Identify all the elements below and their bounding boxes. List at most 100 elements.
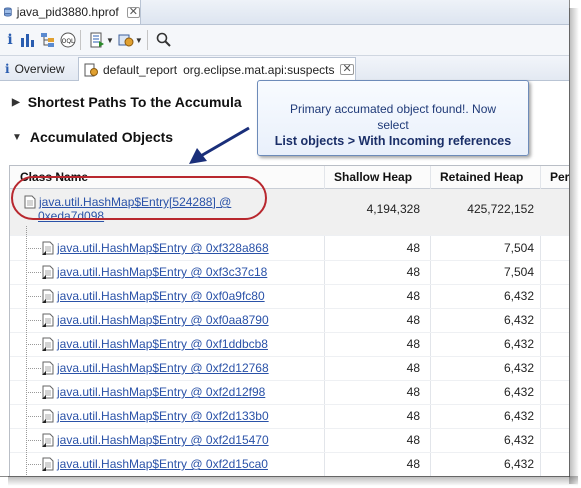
shallow-heap-cell: 4,194,328 — [366, 202, 420, 216]
tree-connector — [26, 442, 41, 465]
shallow-heap-cell: 48 — [406, 457, 420, 471]
query-browser-icon[interactable]: ▼ — [118, 30, 143, 50]
retained-heap-cell: 6,432 — [503, 457, 534, 471]
tab-default-report[interactable]: default_report org.eclipse.mat.api:suspe… — [78, 57, 356, 81]
editor-tab-hprof[interactable]: java_pid3880.hprof ✕ — [0, 0, 141, 24]
close-icon[interactable]: ✕ — [340, 64, 354, 75]
shallow-heap-cell: 48 — [406, 385, 420, 399]
tree-connector — [26, 322, 41, 345]
class-name-cell: java.util.HashMap$Entry @ 0xf328a868 — [42, 241, 269, 255]
retained-heap-cell: 6,432 — [503, 313, 534, 327]
shallow-heap-cell: 48 — [406, 361, 420, 375]
shallow-heap-cell: 48 — [406, 313, 420, 327]
class-name-cell: java.util.HashMap$Entry @ 0xf2d15ca0 — [42, 457, 268, 471]
column-header-shallow-heap[interactable]: Shallow Heap — [334, 170, 412, 184]
table-row[interactable]: java.util.HashMap$Entry @ 0xf2d15ca0 48 6,… — [10, 442, 569, 476]
close-icon[interactable]: ✕ — [126, 6, 140, 18]
chevron-right-icon[interactable]: ▶ — [12, 97, 20, 108]
callout-line-2: select — [377, 118, 409, 132]
table-row[interactable]: java.util.HashMap$Entry @ 0xf3c37c18 48 7,… — [10, 250, 569, 285]
shallow-heap-cell: 48 — [406, 241, 420, 255]
tree-connector — [26, 274, 41, 297]
table-row[interactable]: java.util.HashMap$Entry @ 0xf2d12768 48 6,… — [10, 346, 569, 381]
chevron-down-icon[interactable]: ▼ — [12, 132, 22, 143]
reports-icon[interactable]: ▼ — [89, 30, 114, 50]
document-icon — [42, 433, 54, 447]
table-row[interactable]: java.util.HashMap$Entry @ 0xf0a9fc80 48 6,… — [10, 274, 569, 309]
document-icon — [42, 409, 54, 423]
callout-line-3: List objects > With Incoming references — [274, 134, 512, 148]
object-link[interactable]: java.util.HashMap$Entry @ 0xf2d133b0 — [57, 409, 269, 423]
table-row[interactable]: java.util.HashMap$Entry @ 0xf0aa8790 48 6,… — [10, 298, 569, 333]
table-row[interactable]: java.util.HashMap$Entry @ 0xf2d133b0 48 6,… — [10, 394, 569, 429]
shallow-heap-cell: 48 — [406, 433, 420, 447]
object-link[interactable]: java.util.HashMap$Entry @ 0xf2d12f98 — [57, 385, 265, 399]
object-link[interactable]: java.util.HashMap$Entry @ 0xf2d12768 — [57, 361, 269, 375]
table-row[interactable]: java.util.HashMap$Entry @ 0xf2d12f98 48 6,… — [10, 370, 569, 405]
annotation-callout: Primary accumated object found!. Now sel… — [257, 80, 529, 156]
window-shadow — [8, 476, 578, 486]
document-icon — [42, 289, 54, 303]
table-row[interactable]: java.util.HashMap$Entry @ 0xf1ddbcb8 48 6,… — [10, 322, 569, 357]
class-name-cell: java.util.HashMap$Entry @ 0xf2d133b0 — [42, 409, 269, 423]
dominator-tree-icon[interactable] — [40, 30, 56, 50]
annotation-arrow-icon — [189, 126, 250, 164]
table-row[interactable]: java.util.HashMap$Entry @ 0xf2d15470 48 6,… — [10, 418, 569, 453]
shallow-heap-cell: 48 — [406, 409, 420, 423]
retained-heap-cell: 6,432 — [503, 361, 534, 375]
tree-connector — [26, 418, 41, 441]
document-icon — [42, 457, 54, 471]
class-name-cell: java.util.HashMap$Entry @ 0xf2d15470 — [42, 433, 269, 447]
column-header-percentage[interactable]: Per — [550, 170, 569, 184]
retained-heap-cell: 7,504 — [503, 241, 534, 255]
retained-heap-cell: 425,722,152 — [467, 202, 534, 216]
document-icon — [42, 337, 54, 351]
tab-report-label: default_report — [103, 62, 178, 77]
query-tab-strip: i Overview default_report org.eclipse.ma… — [0, 56, 569, 81]
info-icon: i — [5, 62, 10, 76]
object-link[interactable]: java.util.HashMap$Entry @ 0xf0a9fc80 — [57, 289, 265, 303]
histogram-icon[interactable] — [20, 30, 36, 50]
section-accumulated-title: Accumulated Objects — [29, 129, 174, 145]
retained-heap-cell: 6,432 — [503, 337, 534, 351]
highlight-circle — [11, 176, 267, 220]
window-shadow — [569, 8, 579, 484]
document-icon — [42, 265, 54, 279]
section-shortest-paths[interactable]: ▶ Shortest Paths To the Accumula — [12, 94, 242, 110]
callout-line-1: Primary accumated object found!. Now — [289, 102, 497, 116]
document-icon — [42, 313, 54, 327]
tree-connector — [26, 226, 41, 249]
tree-connector — [26, 394, 41, 417]
object-link[interactable]: java.util.HashMap$Entry @ 0xf2d15470 — [57, 433, 269, 447]
class-name-cell: java.util.HashMap$Entry @ 0xf1ddbcb8 — [42, 337, 268, 351]
table-row[interactable]: java.util.HashMap$Entry @ 0xf328a868 48 7,… — [10, 226, 569, 261]
document-icon — [42, 361, 54, 375]
chevron-down-icon[interactable]: ▼ — [135, 36, 143, 45]
svg-text:OQL: OQL — [62, 38, 75, 45]
eclipse-mat-window: java_pid3880.hprof ✕ i OQL ▼ ▼ i Overvie… — [0, 0, 570, 477]
column-header-retained-heap[interactable]: Retained Heap — [440, 170, 523, 184]
object-link[interactable]: java.util.HashMap$Entry @ 0xf328a868 — [57, 241, 269, 255]
class-name-cell: java.util.HashMap$Entry @ 0xf2d12768 — [42, 361, 269, 375]
search-icon[interactable] — [156, 30, 172, 50]
shallow-heap-cell: 48 — [406, 289, 420, 303]
object-link[interactable]: java.util.HashMap$Entry @ 0xf3c37c18 — [57, 265, 267, 279]
tree-connector — [26, 346, 41, 369]
chevron-down-icon[interactable]: ▼ — [106, 36, 114, 45]
object-link[interactable]: java.util.HashMap$Entry @ 0xf0aa8790 — [57, 313, 269, 327]
document-icon — [42, 241, 54, 255]
retained-heap-cell: 7,504 — [503, 265, 534, 279]
section-accumulated-objects[interactable]: ▼ Accumulated Objects — [12, 129, 173, 145]
object-link[interactable]: java.util.HashMap$Entry @ 0xf2d15ca0 — [57, 457, 268, 471]
tree-connector — [26, 250, 41, 273]
tab-overview-label: Overview — [14, 62, 65, 76]
document-icon — [42, 385, 54, 399]
class-name-cell: java.util.HashMap$Entry @ 0xf0a9fc80 — [42, 289, 265, 303]
shallow-heap-cell: 48 — [406, 337, 420, 351]
editor-tab-label: java_pid3880.hprof — [16, 5, 119, 19]
object-link[interactable]: java.util.HashMap$Entry @ 0xf1ddbcb8 — [57, 337, 268, 351]
tab-overview[interactable]: i Overview — [0, 58, 79, 80]
oql-icon[interactable]: OQL — [60, 30, 76, 50]
retained-heap-cell: 6,432 — [503, 409, 534, 423]
info-icon[interactable]: i — [4, 30, 16, 50]
